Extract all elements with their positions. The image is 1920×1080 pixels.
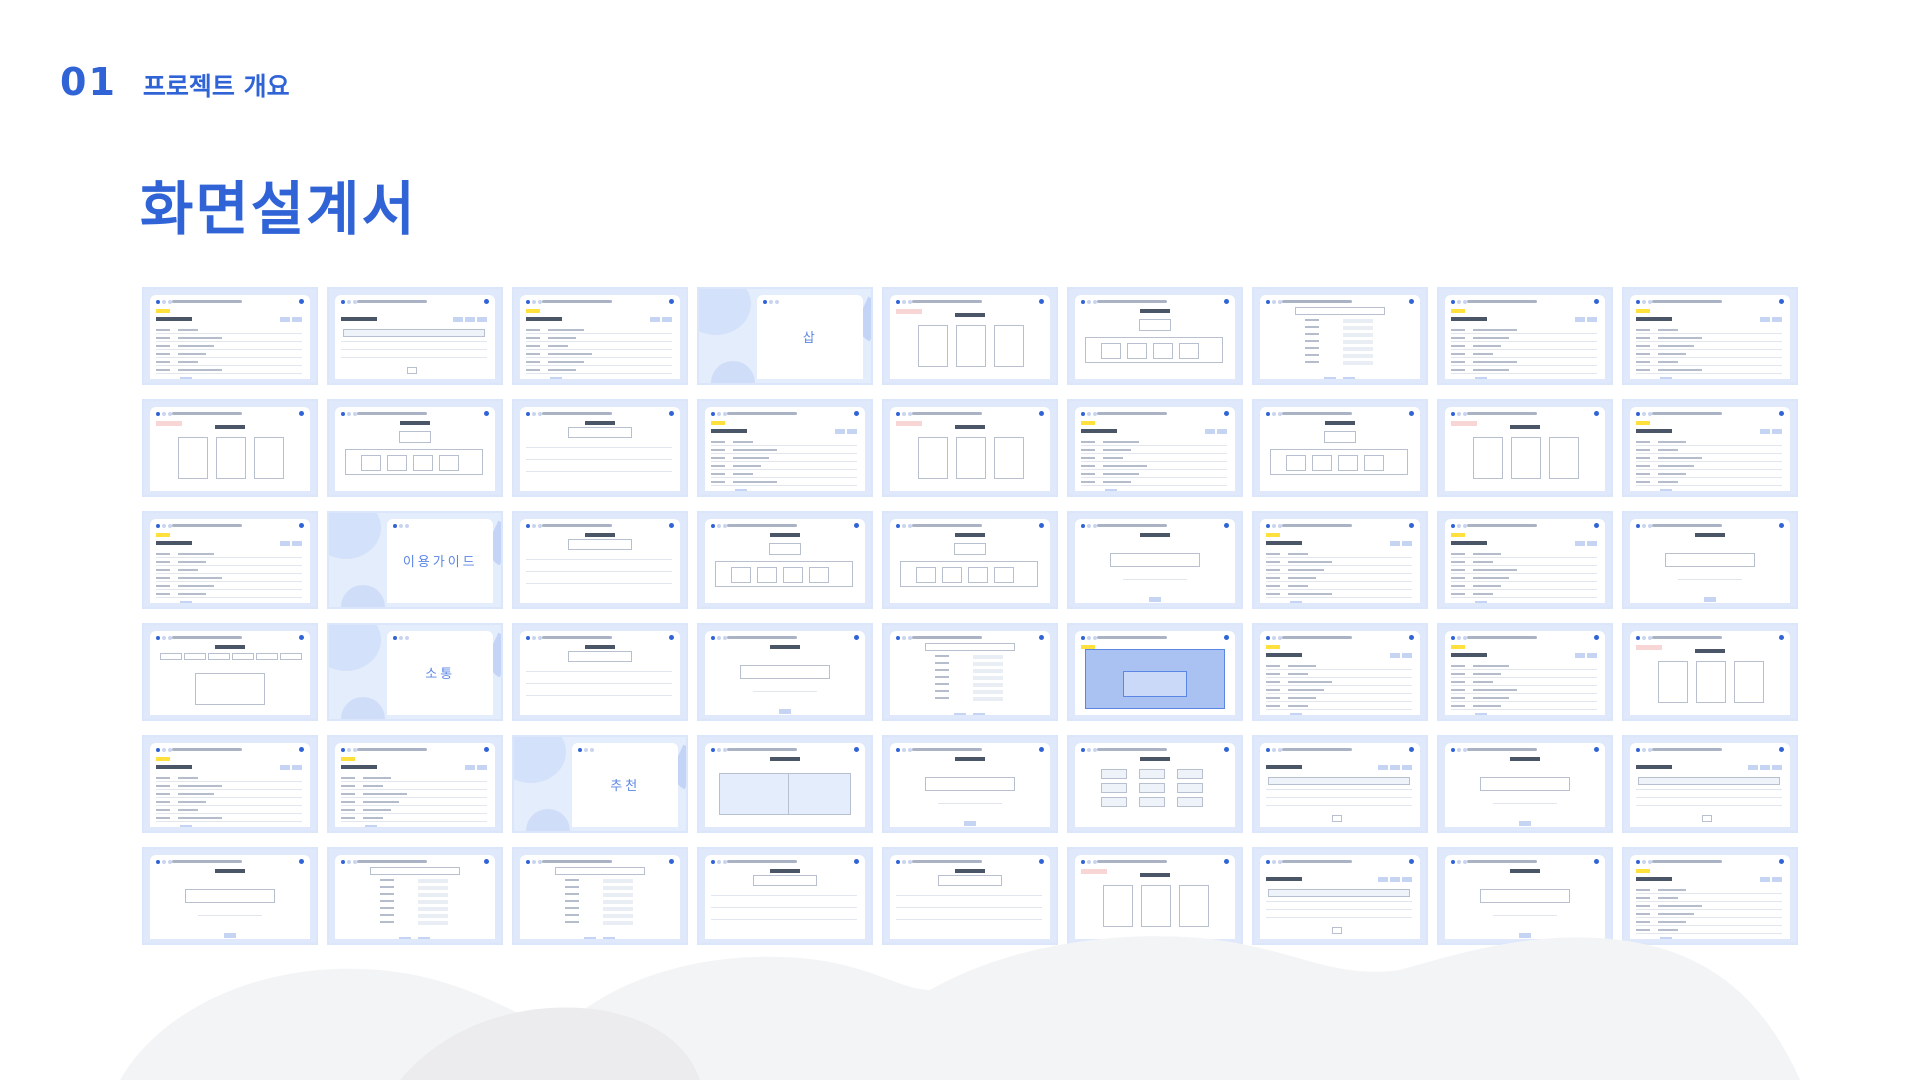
wireframe-thumbnail[interactable] bbox=[697, 735, 873, 833]
wireframe-thumbnail[interactable] bbox=[327, 399, 503, 497]
wireframe-thumbnail[interactable] bbox=[882, 511, 1058, 609]
wireframe-thumbnail[interactable] bbox=[1252, 511, 1428, 609]
page-title: 화면설계서 bbox=[140, 175, 417, 243]
wireframe-thumbnail[interactable] bbox=[512, 287, 688, 385]
section-number: 01 bbox=[60, 60, 117, 104]
wireframe-thumbnail[interactable] bbox=[1437, 511, 1613, 609]
wireframe-thumbnail[interactable]: 이용가이드 bbox=[327, 511, 503, 609]
wireframe-thumbnail[interactable] bbox=[1252, 735, 1428, 833]
wireframe-thumbnail[interactable] bbox=[142, 623, 318, 721]
wireframe-thumbnail[interactable] bbox=[1622, 399, 1798, 497]
wireframe-thumbnail[interactable]: 삽 bbox=[697, 287, 873, 385]
wireframe-thumbnail[interactable] bbox=[1437, 399, 1613, 497]
wireframe-thumbnail[interactable] bbox=[697, 623, 873, 721]
section-title: 프로젝트 개요 bbox=[142, 72, 290, 101]
wireframe-thumbnail[interactable] bbox=[1252, 287, 1428, 385]
cover-label: 삽 bbox=[802, 330, 818, 346]
wireframe-thumbnail[interactable] bbox=[697, 399, 873, 497]
wireframe-thumbnail[interactable] bbox=[1437, 735, 1613, 833]
section-header: 01 프로젝트 개요 bbox=[60, 60, 290, 104]
decorative-wave-background bbox=[120, 936, 1800, 1080]
wireframe-thumbnail[interactable] bbox=[1252, 623, 1428, 721]
cover-label: 이용가이드 bbox=[402, 554, 478, 570]
wireframe-thumbnail[interactable] bbox=[882, 623, 1058, 721]
wireframe-thumbnail[interactable] bbox=[1067, 399, 1243, 497]
wireframe-thumbnail[interactable] bbox=[327, 735, 503, 833]
wireframe-thumbnail[interactable] bbox=[882, 735, 1058, 833]
wireframe-thumbnail[interactable] bbox=[1437, 623, 1613, 721]
wireframe-thumbnail[interactable] bbox=[142, 511, 318, 609]
wireframe-thumbnail[interactable] bbox=[512, 399, 688, 497]
wireframe-thumbnail[interactable] bbox=[697, 511, 873, 609]
wireframe-thumbnail[interactable] bbox=[142, 735, 318, 833]
wireframe-thumbnail[interactable] bbox=[142, 287, 318, 385]
wireframe-thumbnail-grid: 삽이용가이드소통추천 bbox=[142, 287, 1798, 945]
wireframe-thumbnail[interactable] bbox=[512, 623, 688, 721]
cover-label: 추천 bbox=[610, 778, 641, 794]
wireframe-thumbnail[interactable] bbox=[142, 399, 318, 497]
wireframe-thumbnail[interactable] bbox=[1067, 735, 1243, 833]
wireframe-thumbnail[interactable] bbox=[1252, 399, 1428, 497]
wireframe-thumbnail[interactable] bbox=[1622, 623, 1798, 721]
wireframe-thumbnail[interactable]: 소통 bbox=[327, 623, 503, 721]
wireframe-thumbnail[interactable] bbox=[1622, 287, 1798, 385]
wireframe-thumbnail[interactable] bbox=[882, 399, 1058, 497]
wireframe-thumbnail[interactable] bbox=[512, 511, 688, 609]
wireframe-thumbnail[interactable] bbox=[1067, 511, 1243, 609]
cover-label: 소통 bbox=[425, 666, 456, 682]
wireframe-thumbnail[interactable] bbox=[882, 287, 1058, 385]
wireframe-thumbnail[interactable] bbox=[1067, 623, 1243, 721]
wireframe-thumbnail[interactable] bbox=[1437, 287, 1613, 385]
wireframe-thumbnail[interactable] bbox=[327, 287, 503, 385]
wireframe-thumbnail[interactable] bbox=[1622, 735, 1798, 833]
wireframe-thumbnail[interactable] bbox=[1622, 511, 1798, 609]
wireframe-thumbnail[interactable]: 추천 bbox=[512, 735, 688, 833]
wireframe-thumbnail[interactable] bbox=[1067, 287, 1243, 385]
